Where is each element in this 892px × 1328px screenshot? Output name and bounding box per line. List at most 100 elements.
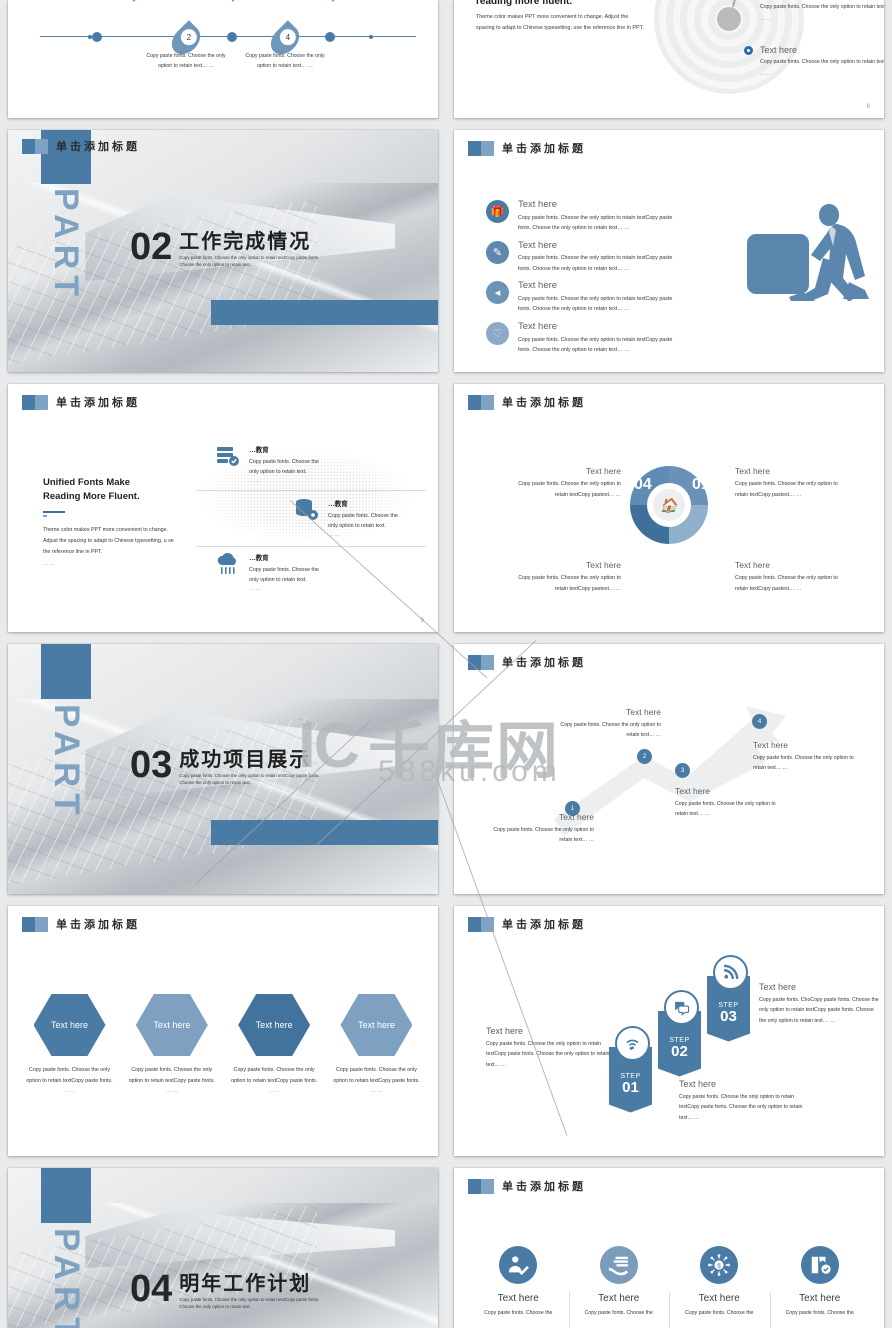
- slide-zigzag[interactable]: 单击添加标题 1 2 3 4 Text here Copy paste font…: [454, 644, 884, 894]
- icon-item[interactable]: Text here Copy paste fonts. Choose the: [468, 1246, 569, 1318]
- slide-donut[interactable]: 单击添加标题 🏠 04 01 03 02 Text here Copy past…: [454, 384, 884, 632]
- accent-bar: [211, 300, 438, 325]
- database-gear-icon: [295, 498, 319, 522]
- slide-title: reading more fluent.: [476, 0, 573, 7]
- step-node: 2: [637, 749, 652, 764]
- slide-part-02[interactable]: 单击添加标题 PART 02 工作完成情况 Copy paste fonts. …: [8, 130, 438, 372]
- feature-item[interactable]: …教育 Copy paste fonts. Choose the only op…: [216, 552, 327, 592]
- underline-accent: [43, 510, 65, 513]
- slide-header-title: 单击添加标题: [502, 396, 586, 409]
- quadrant-body: Copy paste fonts. Choose the only option…: [518, 575, 621, 592]
- slide-four-icons[interactable]: 单击添加标题 Text here Copy paste fonts. Choos…: [454, 1168, 884, 1328]
- slide-icon-list[interactable]: 单击添加标题 🎁 Text here Copy paste fonts. Cho…: [454, 130, 884, 372]
- timeline-node-small: [88, 35, 92, 39]
- slide-part-04[interactable]: PART 04 明年工作计划 Copy paste fonts. Choose …: [8, 1168, 438, 1328]
- icon-list: 🎁 Text here Copy paste fonts. Choose the…: [486, 200, 676, 356]
- hexagon-item[interactable]: Text here Copy paste fonts. Choose the o…: [22, 994, 117, 1094]
- page-number: 6: [866, 104, 870, 110]
- step-node: 3: [675, 763, 690, 778]
- unified-fonts-block: Unified Fonts Make Reading More Fluent. …: [43, 476, 175, 567]
- header-badge-icon: [22, 916, 48, 932]
- hexagon-dots: … …: [268, 1088, 280, 1095]
- bullet-dots: … …: [760, 16, 772, 23]
- slide-unified-fonts[interactable]: 单击添加标题 Unified Fonts Make Reading More F…: [8, 384, 438, 632]
- slide-steps[interactable]: 单击添加标题 STEP 01 STEP 02 STEP 03 Text here…: [454, 906, 884, 1156]
- underline-accent-small: [43, 514, 47, 518]
- feature-item[interactable]: …教育 Copy paste fonts. Choose the only op…: [295, 498, 406, 538]
- list-item-body: Copy paste fonts. Choose the only option…: [518, 255, 673, 272]
- list-item[interactable]: 🎁 Text here Copy paste fonts. Choose the…: [486, 200, 676, 234]
- bullet-item: Text here Copy paste fonts. Choose the o…: [744, 45, 884, 79]
- step-caption: Text here Copy paste fonts. Choose the o…: [551, 707, 661, 740]
- hexagon-body: Copy paste fonts. Choose the only option…: [333, 1067, 420, 1084]
- list-item[interactable]: ♡ Text here Copy paste fonts. Choose the…: [486, 322, 676, 356]
- list-item[interactable]: ◂ Text here Copy paste fonts. Choose the…: [486, 281, 676, 315]
- feature-dots: … …: [328, 531, 340, 538]
- hexagon-item[interactable]: Text here Copy paste fonts. Choose the o…: [124, 994, 219, 1094]
- feature-heading: …教育: [328, 501, 348, 508]
- slide-hexagons[interactable]: 单击添加标题 Text here Copy paste fonts. Choos…: [8, 906, 438, 1156]
- svg-text:$: $: [717, 1263, 721, 1270]
- icon-item-body: Copy paste fonts. Choose the: [484, 1310, 553, 1316]
- slide-target-bullets[interactable]: reading more fluent. Theme color makes P…: [454, 0, 884, 118]
- bullet-body: Copy paste fonts. Choose the only option…: [760, 59, 884, 65]
- icon-item-heading: Text here: [799, 1293, 841, 1304]
- list-item[interactable]: ✎ Text here Copy paste fonts. Choose the…: [486, 241, 676, 275]
- slide-header-title: 单击添加标题: [502, 142, 586, 155]
- list-item-heading: Text here: [518, 199, 558, 210]
- bullet-heading: Text here: [760, 45, 798, 55]
- icon-item-body: Copy paste fonts. Choose the: [785, 1310, 854, 1316]
- step-caption: Text here Copy paste fonts. Choose the o…: [486, 1026, 621, 1070]
- icon-item[interactable]: $ Text here Copy paste fonts. Choose the: [669, 1246, 770, 1328]
- part-number-block: 02 工作完成情况 Copy paste fonts. Choose the o…: [130, 226, 329, 269]
- timeline-node: [325, 32, 335, 42]
- step-heading: Text here: [679, 1079, 717, 1089]
- donut-quadrant: Text here Copy paste fonts. Choose the o…: [506, 466, 621, 500]
- icon-item[interactable]: Text here Copy paste fonts. Choose the: [568, 1246, 670, 1328]
- user-check-icon: [499, 1246, 538, 1284]
- step-body: Copy paste fonts. Choose the only option…: [493, 827, 594, 844]
- timeline-caption: Copy paste fonts. Choose the only option…: [146, 53, 226, 69]
- chat-icon: [664, 990, 699, 1025]
- step-body: Copy paste fonts. Choose the only option…: [486, 1041, 610, 1068]
- slide-thumbnail-grid: 2 4 Copy paste fonts. Choose the only op…: [0, 0, 892, 1328]
- part-label: PART: [47, 1228, 86, 1328]
- hexagon-dots: … …: [63, 1088, 76, 1095]
- slide-timeline[interactable]: 2 4 Copy paste fonts. Choose the only op…: [8, 0, 438, 118]
- hexagon-item[interactable]: Text here Copy paste fonts. Choose the o…: [227, 994, 322, 1094]
- part-number: 02: [130, 226, 173, 268]
- feature-dots: … …: [249, 477, 261, 484]
- icon-item-heading: Text here: [698, 1293, 740, 1304]
- step-caption: Text here Copy paste fonts. Choose the o…: [484, 812, 594, 845]
- list-item-heading: Text here: [518, 280, 558, 292]
- icon-item[interactable]: Text here Copy paste fonts. Choose the: [769, 1246, 871, 1328]
- slide-header: 单击添加标题: [468, 1178, 586, 1194]
- icon-item-body: Copy paste fonts. Choose the: [685, 1310, 754, 1316]
- feature-item[interactable]: …教育 Copy paste fonts. Choose the only op…: [216, 444, 327, 484]
- home-icon: 🏠: [653, 489, 685, 521]
- timeline-caption: Copy paste fonts. Choose the only option…: [245, 53, 325, 69]
- step-body: Copy paste fonts. Choose the only option…: [560, 722, 661, 739]
- timeline-arrow: [127, 0, 141, 2]
- bullet-dots: … …: [760, 71, 772, 78]
- unified-title-line2: Reading More Fluent.: [43, 490, 140, 502]
- slide-part-03[interactable]: PART 03 成功项目展示 Copy paste fonts. Choose …: [8, 644, 438, 894]
- donut-quadrant: Text here Copy paste fonts. Choose the o…: [506, 560, 621, 594]
- server-check-icon: [216, 444, 240, 468]
- step-body: Copy paste fonts. Choose the only option…: [675, 801, 776, 818]
- header-badge-icon: [468, 916, 494, 932]
- step-number: 01: [622, 1079, 639, 1096]
- step-heading: Text here: [559, 812, 594, 822]
- hexagon-row: Text here Copy paste fonts. Choose the o…: [22, 994, 424, 1094]
- bullet-body: Copy paste fonts. Choose the only option…: [760, 4, 884, 10]
- quadrant-body: Copy paste fonts. Choose the only option…: [735, 481, 838, 498]
- slide-header: 单击添加标题: [22, 394, 140, 410]
- list-item-body: Copy paste fonts. Choose the only option…: [518, 214, 673, 232]
- hexagon-item[interactable]: Text here Copy paste fonts. Choose the o…: [329, 994, 424, 1094]
- list-item-heading: Text here: [518, 239, 558, 251]
- icon-item-heading: Text here: [497, 1293, 539, 1304]
- slide-header: 单击添加标题: [468, 140, 586, 156]
- part-label: PART: [47, 188, 85, 303]
- part-heading: 明年工作计划: [179, 1271, 312, 1295]
- slide-header: 单击添加标题: [22, 916, 140, 932]
